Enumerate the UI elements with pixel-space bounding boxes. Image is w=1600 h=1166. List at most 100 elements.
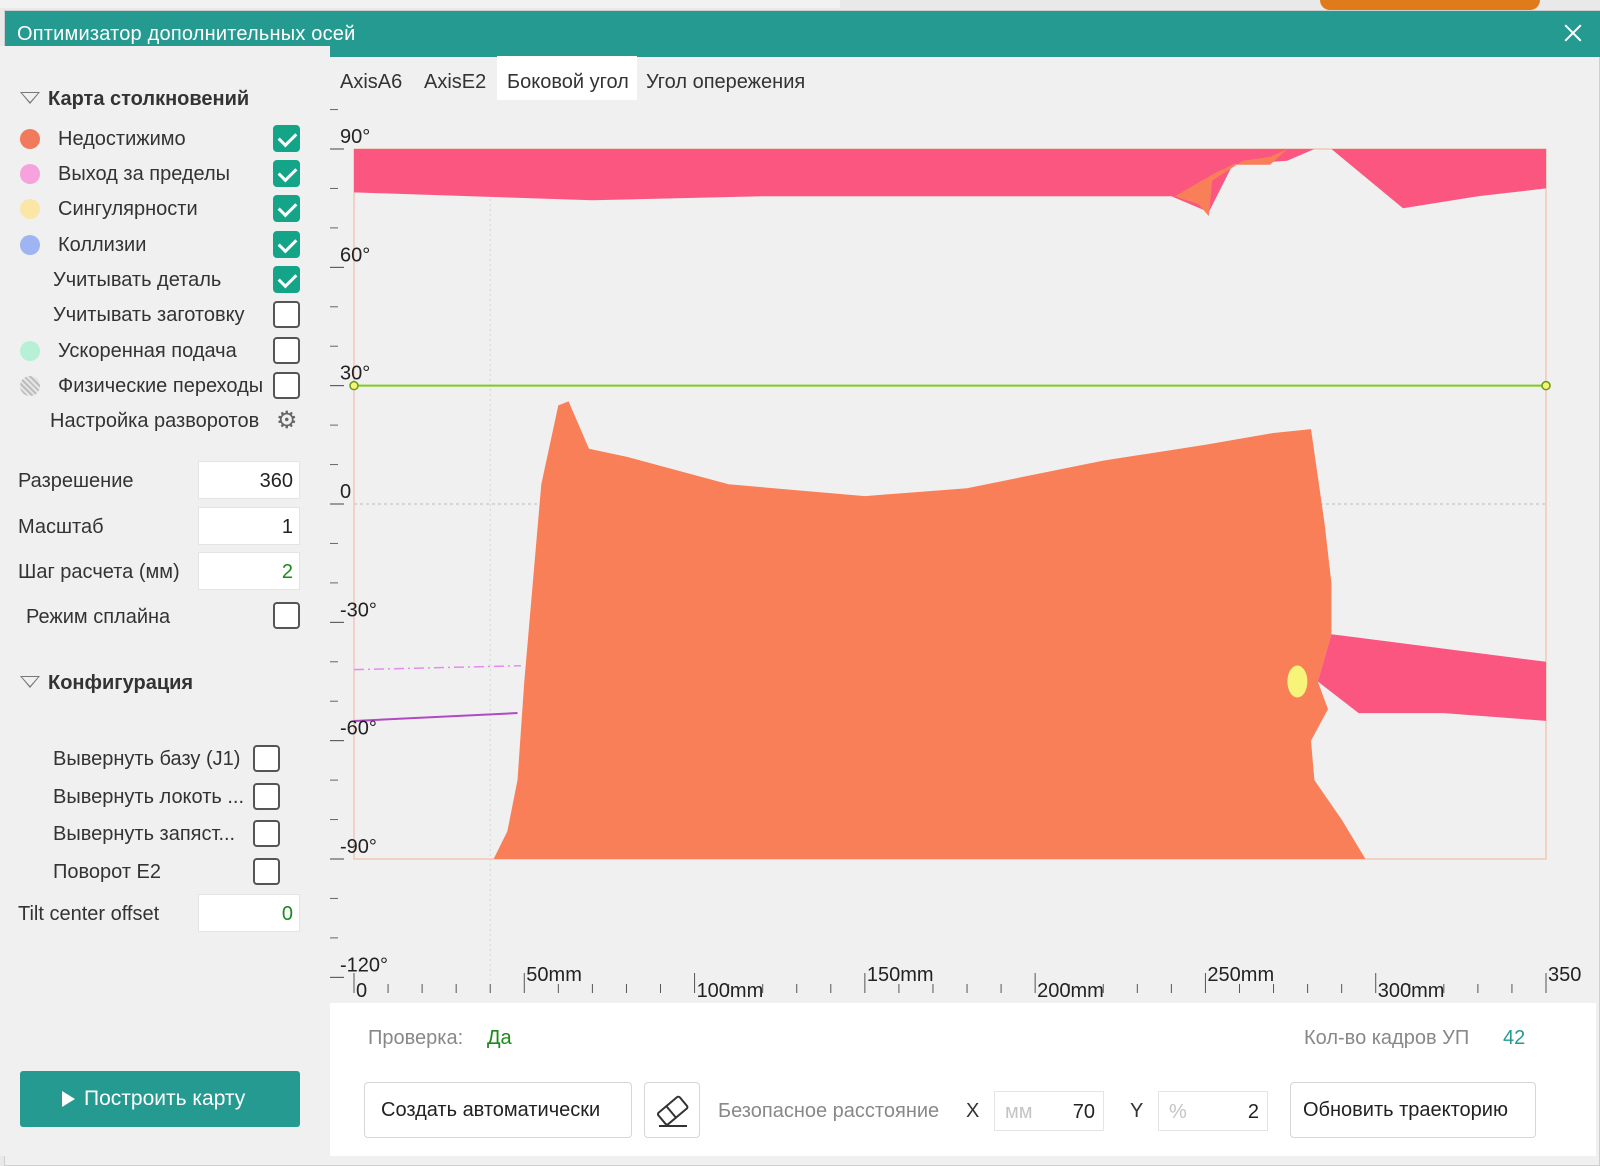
collision-map-chart[interactable]: 120°90°60°30°0-30°-60°-90°-120° 050mm100…: [330, 100, 1596, 1003]
tilt-label: Tilt center offset: [18, 903, 160, 925]
tilt-input[interactable]: 0: [198, 894, 300, 932]
x-value: 70: [1072, 1101, 1095, 1123]
frames-label: Кол-во кадров УП: [1304, 1027, 1470, 1049]
y-axis-label: Y: [1130, 1100, 1144, 1122]
gear-icon[interactable]: ⚙: [276, 406, 298, 435]
option-unreachable: Недостижимо: [0, 122, 330, 156]
tab-lead-angle[interactable]: Угол опережения: [636, 56, 816, 102]
config-flip-base: Вывернуть базу (J1): [0, 742, 330, 776]
frames-value: 42: [1503, 1027, 1526, 1049]
x-tick-label: 0: [356, 980, 367, 1002]
bottom-panel: Проверка: Да Кол-во кадров УП 42 Создать…: [330, 1003, 1596, 1156]
build-map-button[interactable]: Построить карту: [20, 1071, 300, 1127]
consider-blank-checkbox[interactable]: [273, 301, 300, 328]
scale-input[interactable]: 1: [198, 507, 300, 545]
left-panel: Карта столкновений Недостижимо Выход за …: [0, 46, 330, 1156]
physical-transitions-checkbox[interactable]: [273, 372, 300, 399]
window-title: Оптимизатор дополнительных осей: [17, 23, 356, 45]
create-auto-button[interactable]: Создать автоматически: [364, 1082, 632, 1138]
option-label: Учитывать деталь: [53, 269, 222, 291]
y-tick-label: 30°: [340, 363, 370, 385]
unreachable-color-dot: [20, 129, 40, 149]
option-consider-part: Учитывать деталь: [0, 263, 330, 297]
close-icon[interactable]: [1559, 19, 1587, 47]
collision-map-title: Карта столкновений: [48, 88, 250, 110]
option-label: Ускоренная подача: [58, 340, 237, 362]
collapse-triangle-icon: [20, 92, 40, 104]
flip-wrist-checkbox[interactable]: [253, 820, 280, 847]
singularities-color-dot: [20, 199, 40, 219]
y-tick-label: -60°: [340, 718, 377, 740]
option-label: Выход за пределы: [58, 163, 231, 185]
config-flip-elbow: Вывернуть локоть ...: [0, 780, 330, 814]
consider-part-checkbox[interactable]: [273, 266, 300, 293]
config-label: Вывернуть локоть ...: [53, 786, 245, 808]
resolution-label: Разрешение: [18, 470, 134, 492]
background-robot-shape: [1320, 0, 1540, 10]
y-tick-label: -90°: [340, 836, 377, 858]
y-distance-input[interactable]: % 2: [1158, 1091, 1268, 1131]
y-tick-label: 60°: [340, 244, 370, 266]
path-end-handle: [1541, 380, 1551, 391]
configuration-title: Конфигурация: [48, 672, 194, 694]
scale-label: Масштаб: [18, 516, 104, 538]
y-unit: %: [1169, 1101, 1187, 1123]
option-out-of-limits: Выход за пределы: [0, 157, 330, 191]
safe-distance-label: Безопасное расстояние: [718, 1100, 940, 1122]
y-tick-label: -120°: [340, 954, 388, 976]
option-collisions: Коллизии: [0, 228, 330, 262]
collisions-color-dot: [20, 235, 40, 255]
eraser-button[interactable]: [644, 1082, 700, 1138]
spline-checkbox[interactable]: [273, 602, 300, 629]
out-of-limits-color-dot: [20, 164, 40, 184]
rapid-feed-checkbox[interactable]: [273, 337, 300, 364]
x-unit: мм: [1005, 1101, 1033, 1123]
x-tick-label: 350: [1548, 964, 1581, 986]
turn-settings-label: Настройка разворотов: [50, 410, 260, 432]
flip-base-checkbox[interactable]: [253, 745, 280, 772]
config-flip-wrist: Вывернуть запяст...: [0, 817, 330, 851]
option-label: Учитывать заготовку: [53, 304, 245, 326]
step-label: Шаг расчета (мм): [18, 561, 180, 583]
hatched-dot-icon: [20, 376, 40, 396]
option-label: Коллизии: [58, 234, 147, 256]
config-rotate-e2: Поворот E2: [0, 855, 330, 889]
singularities-checkbox[interactable]: [273, 195, 300, 222]
y-tick-label: -30°: [340, 599, 377, 621]
option-consider-blank: Учитывать заготовку: [0, 298, 330, 332]
update-trajectory-button[interactable]: Обновить траекторию: [1290, 1082, 1536, 1138]
rapid-feed-color-dot: [20, 341, 40, 361]
build-map-label: Построить карту: [84, 1087, 246, 1110]
check-value: Да: [487, 1027, 512, 1049]
config-label: Поворот E2: [53, 861, 162, 883]
tab-axise2[interactable]: AxisE2: [414, 56, 496, 102]
y-tick-label: 0: [340, 481, 351, 503]
play-icon: [62, 1091, 75, 1107]
collisions-checkbox[interactable]: [273, 231, 300, 258]
x-tick-label: 150mm: [867, 964, 934, 986]
x-tick-label: 100mm: [697, 980, 764, 1002]
out-of-limits-checkbox[interactable]: [273, 160, 300, 187]
x-tick-label: 200mm: [1037, 980, 1104, 1002]
option-physical-transitions: Физические переходы: [0, 369, 330, 403]
unreachable-checkbox[interactable]: [273, 125, 300, 152]
tab-side-angle[interactable]: Боковой угол: [497, 56, 637, 102]
config-label: Вывернуть базу (J1): [53, 748, 241, 770]
option-label: Недостижимо: [58, 128, 186, 150]
x-distance-input[interactable]: мм 70: [994, 1091, 1104, 1131]
option-rapid-feed: Ускоренная подача: [0, 334, 330, 368]
step-input[interactable]: 2: [198, 552, 300, 590]
option-label: Сингулярности: [58, 198, 198, 220]
flip-elbow-checkbox[interactable]: [253, 783, 280, 810]
config-label: Вывернуть запяст...: [53, 823, 236, 845]
spline-label: Режим сплайна: [26, 606, 171, 628]
background-app-strip: [0, 0, 840, 8]
x-axis-label: X: [966, 1100, 980, 1122]
resolution-input[interactable]: 360: [198, 461, 300, 499]
rotate-e2-checkbox[interactable]: [253, 858, 280, 885]
option-label: Физические переходы: [58, 375, 264, 397]
turn-settings-row[interactable]: Настройка разворотов ⚙: [0, 404, 330, 438]
y-tick-label: 90°: [340, 126, 370, 148]
singularity-point: [1287, 665, 1308, 698]
tab-axisa6[interactable]: AxisA6: [330, 56, 414, 102]
